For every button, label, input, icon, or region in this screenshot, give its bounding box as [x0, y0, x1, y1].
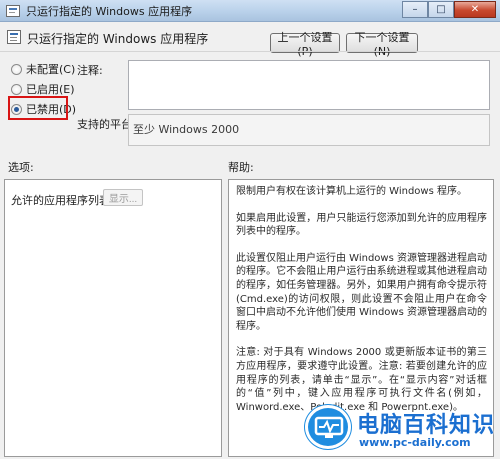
watermark-brand: 电脑百科知识 — [357, 413, 496, 438]
policy-window-icon — [6, 4, 20, 17]
header-row: 只运行指定的 Windows 应用程序 上一个设置(P) 下一个设置(N) — [0, 22, 500, 60]
comment-textarea[interactable] — [128, 60, 490, 110]
show-button[interactable]: 显示... — [103, 189, 143, 206]
policy-setting-icon — [7, 30, 21, 44]
supported-platform-label: 支持的平台: — [77, 118, 136, 131]
close-button[interactable]: ✕ — [454, 1, 496, 18]
help-paragraph: 限制用户有权在该计算机上运行的 Windows 程序。 — [236, 186, 467, 197]
watermark-url: www.pc-daily.com — [359, 436, 471, 449]
title-bar: 只运行指定的 Windows 应用程序 – □ ✕ — [0, 0, 500, 22]
next-setting-button[interactable]: 下一个设置(N) — [346, 31, 418, 58]
help-paragraph: 如果启用此设置，用户只能运行您添加到允许的应用程序列表中的程序。 — [236, 212, 487, 238]
monitor-logo-icon — [305, 405, 351, 449]
radio-label: 未配置(C) — [26, 63, 76, 76]
window-title: 只运行指定的 Windows 应用程序 — [26, 4, 193, 18]
watermark: 电脑百科知识 www.pc-daily.com — [305, 403, 497, 453]
supported-platform-value: 至少 Windows 2000 — [128, 114, 490, 146]
radio-button-icon[interactable] — [11, 63, 22, 75]
radio-not-configured[interactable]: 未配置(C) — [11, 61, 75, 77]
window-controls: – □ ✕ — [402, 1, 496, 18]
allowed-apps-label: 允许的应用程序列表 — [11, 194, 110, 207]
options-panel: 允许的应用程序列表 显示... — [4, 179, 222, 457]
red-highlight-annotation — [8, 96, 68, 120]
help-section-label: 帮助: — [228, 161, 254, 174]
header-divider — [0, 51, 500, 52]
radio-label: 已启用(E) — [26, 83, 75, 96]
help-paragraph: 此设置仅阻止用户运行由 Windows 资源管理器进程启动的程序。它不会阻止用户… — [236, 252, 487, 332]
minimize-button[interactable]: – — [402, 1, 428, 18]
comment-label: 注释: — [77, 64, 103, 77]
options-section-label: 选项: — [8, 161, 34, 174]
policy-title: 只运行指定的 Windows 应用程序 — [27, 32, 209, 46]
radio-enabled[interactable]: 已启用(E) — [11, 81, 75, 97]
previous-setting-button[interactable]: 上一个设置(P) — [270, 31, 340, 58]
radio-button-icon[interactable] — [11, 83, 22, 95]
maximize-button[interactable]: □ — [428, 1, 454, 18]
